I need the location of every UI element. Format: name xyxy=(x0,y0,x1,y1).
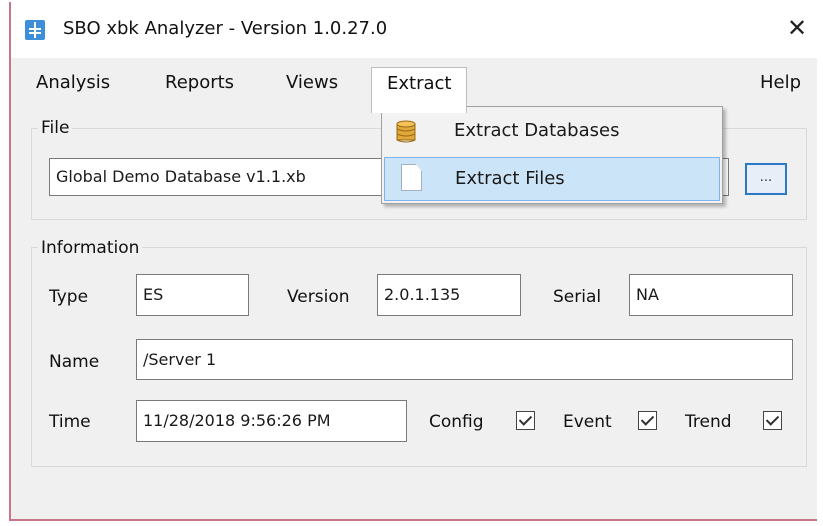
event-label: Event xyxy=(563,412,612,432)
window-title: SBO xbk Analyzer - Version 1.0.27.0 xyxy=(63,18,388,39)
menu-extract[interactable]: Extract xyxy=(371,67,468,113)
time-field[interactable]: 11/28/2018 9:56:26 PM xyxy=(136,400,407,442)
app-icon xyxy=(25,20,45,40)
extract-databases-label: Extract Databases xyxy=(454,120,620,141)
serial-label: Serial xyxy=(553,287,602,307)
time-label: Time xyxy=(49,412,91,432)
extract-files-item[interactable]: Extract Files xyxy=(384,157,720,201)
name-label: Name xyxy=(49,352,100,372)
menu-bar: Analysis Reports Views Extract Help xyxy=(11,62,817,113)
menu-views[interactable]: Views xyxy=(286,72,338,93)
browse-button[interactable]: ... xyxy=(745,163,787,195)
information-group-title: Information xyxy=(38,238,143,258)
version-field[interactable]: 2.0.1.135 xyxy=(377,274,521,316)
menu-help[interactable]: Help xyxy=(760,72,801,93)
title-bar: SBO xbk Analyzer - Version 1.0.27.0 ✕ xyxy=(11,2,817,58)
trend-checkbox[interactable] xyxy=(763,411,782,430)
config-checkbox[interactable] xyxy=(516,411,535,430)
close-button[interactable]: ✕ xyxy=(779,8,815,48)
extract-dropdown-menu: Extract Databases Extract Files xyxy=(381,106,723,204)
file-icon xyxy=(401,164,422,191)
config-label: Config xyxy=(429,412,484,432)
type-field[interactable]: ES xyxy=(136,274,249,316)
file-group-title: File xyxy=(38,118,73,138)
menu-analysis[interactable]: Analysis xyxy=(36,72,110,93)
extract-files-label: Extract Files xyxy=(455,168,565,189)
menu-reports[interactable]: Reports xyxy=(165,72,234,93)
database-icon xyxy=(396,120,416,143)
event-checkbox[interactable] xyxy=(638,411,657,430)
extract-databases-item[interactable]: Extract Databases xyxy=(384,110,720,154)
type-label: Type xyxy=(49,287,89,307)
app-window: SBO xbk Analyzer - Version 1.0.27.0 ✕ An… xyxy=(9,2,817,521)
name-field[interactable]: /Server 1 xyxy=(136,339,793,380)
version-label: Version xyxy=(287,287,350,307)
serial-field[interactable]: NA xyxy=(629,274,793,316)
trend-label: Trend xyxy=(685,412,732,432)
